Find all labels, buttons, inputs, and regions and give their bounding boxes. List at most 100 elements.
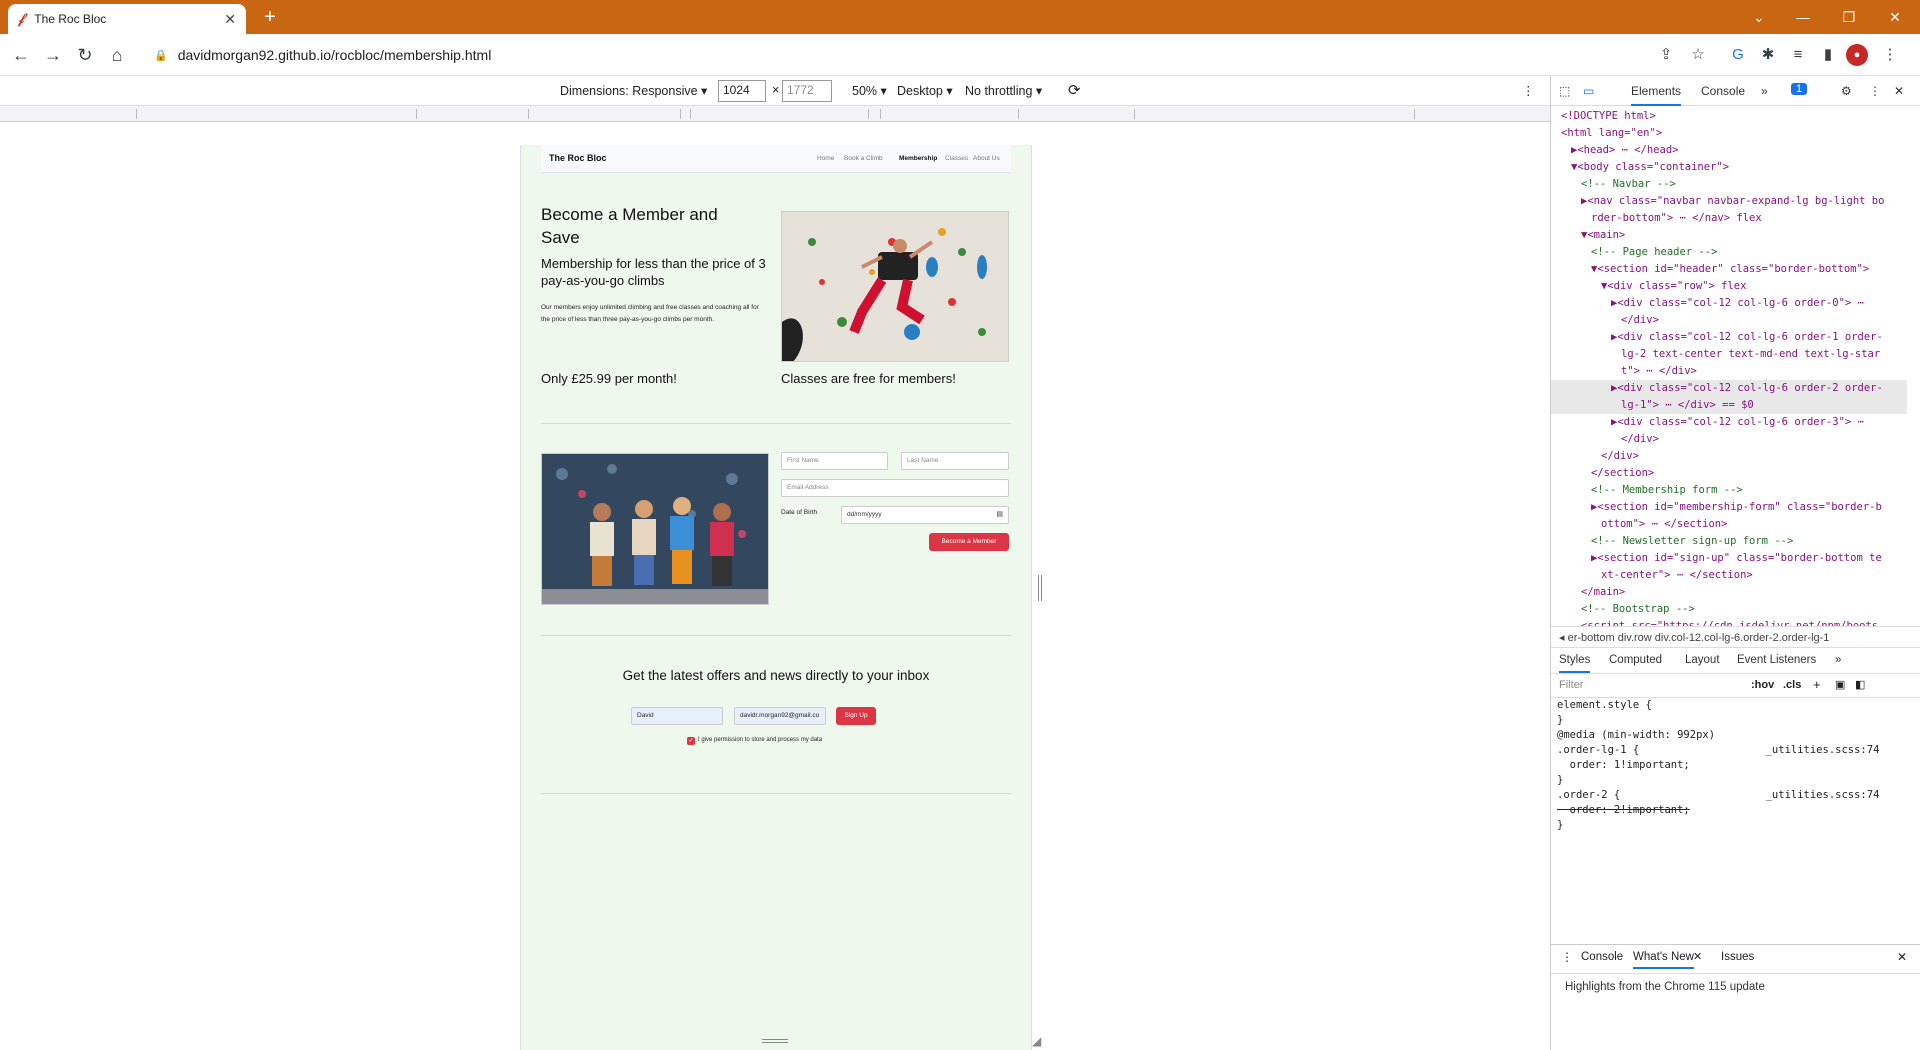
dom-node-line[interactable]: ▶<nav class="navbar navbar-expand-lg bg-…	[1551, 193, 1907, 210]
last-name-field[interactable]: Last Name	[901, 452, 1009, 470]
dimensions-dropdown[interactable]: Dimensions: Responsive ▾	[560, 83, 707, 98]
styles-pane[interactable]: element.style {} @media (min-width: 992px…	[1551, 698, 1920, 944]
dom-tree[interactable]: <!DOCTYPE html> <html lang="en"> ▶<head> ⋯…	[1551, 106, 1907, 626]
dom-node-line[interactable]: <!-- Membership form -->	[1551, 482, 1907, 499]
dob-field[interactable]: dd/mm/yyyy ▤	[841, 506, 1009, 524]
drawer-tab-console[interactable]: Console	[1581, 951, 1623, 963]
hov-toggle[interactable]: :hov	[1751, 679, 1774, 691]
sidebar-toggle-icon[interactable]: ◧	[1855, 678, 1865, 691]
dom-node-line[interactable]: <!-- Bootstrap -->	[1551, 601, 1907, 618]
dom-node-line[interactable]: ▼<div class="row"> flex	[1551, 278, 1907, 295]
style-rule-line[interactable]: }	[1551, 773, 1920, 788]
drawer-menu-icon[interactable]: ⋮	[1561, 950, 1573, 964]
dom-node-line[interactable]: <!-- Page header -->	[1551, 244, 1907, 261]
translate-icon[interactable]: G	[1726, 43, 1750, 67]
width-input[interactable]: 1024	[718, 80, 766, 102]
email-field[interactable]: Email Address	[781, 479, 1009, 497]
dom-node-line[interactable]: ▶<div class="col-12 col-lg-6 order-3"> ⋯	[1551, 414, 1907, 431]
more-tabs-icon[interactable]: »	[1761, 84, 1768, 98]
dom-node-line[interactable]: rder-bottom"> ⋯ </nav> flex	[1551, 210, 1907, 227]
dom-node-line[interactable]: </div>	[1551, 431, 1907, 448]
close-drawer-icon[interactable]: ✕	[1897, 950, 1907, 964]
browser-tab[interactable]: 𝒻 The Roc Bloc ✕	[8, 4, 246, 34]
style-rule-line[interactable]: @media (min-width: 992px)	[1551, 728, 1920, 743]
menu-icon[interactable]: ⋮	[1878, 43, 1902, 67]
dom-node-line[interactable]: ▶<section id="sign-up" class="border-bot…	[1551, 550, 1907, 567]
dom-node-line[interactable]: xt-center"> ⋯ </section>	[1551, 567, 1907, 584]
minimize-button[interactable]: —	[1786, 5, 1820, 29]
dom-node-line[interactable]: ▶<div class="col-12 col-lg-6 order-0"> ⋯	[1551, 295, 1907, 312]
style-rule-line[interactable]: order: 2!important;	[1551, 803, 1920, 818]
back-icon[interactable]: ←	[8, 42, 34, 68]
dom-node-line[interactable]: <!DOCTYPE html>	[1551, 108, 1907, 125]
dom-node-line[interactable]: ▼<main>	[1551, 227, 1907, 244]
device-dropdown[interactable]: Desktop ▾	[897, 83, 953, 98]
drawer-tab-issues[interactable]: Issues	[1721, 951, 1754, 963]
dom-node-line[interactable]: </div>	[1551, 312, 1907, 329]
dom-node-line[interactable]: <!-- Navbar -->	[1551, 176, 1907, 193]
close-whats-new-icon[interactable]: ✕	[1693, 950, 1702, 963]
dom-node-line[interactable]: ▶<section id="membership-form" class="bo…	[1551, 499, 1907, 516]
nav-link-membership[interactable]: Membership	[899, 155, 937, 162]
nav-link-about[interactable]: About Us	[973, 155, 1000, 162]
dom-node-line[interactable]: <!-- Newsletter sign-up form -->	[1551, 533, 1907, 550]
devtools-menu-icon[interactable]: ⋮	[1869, 84, 1881, 98]
extensions-icon[interactable]: ✱	[1756, 43, 1780, 67]
newsletter-name-field[interactable]: David	[631, 707, 723, 725]
viewport-resize-handle-right[interactable]	[1038, 575, 1042, 601]
zoom-dropdown[interactable]: 50% ▾	[852, 83, 887, 98]
dom-node-line[interactable]: ▶<div class="col-12 col-lg-6 order-1 ord…	[1551, 329, 1907, 346]
sign-up-button[interactable]: Sign Up	[836, 707, 876, 725]
style-rule-line[interactable]: order: 1!important;	[1551, 758, 1920, 773]
dom-node-line[interactable]: ▼<body class="container">	[1551, 159, 1907, 176]
style-rule-line[interactable]: .order-2 { _utilities.scss:74	[1551, 788, 1920, 803]
settings-icon[interactable]: ⚙	[1841, 84, 1852, 98]
more-options-icon[interactable]: ⋮	[1522, 83, 1535, 98]
issues-badge[interactable]: 1	[1791, 83, 1808, 95]
cls-toggle[interactable]: .cls	[1783, 679, 1801, 691]
tab-computed[interactable]: Computed	[1609, 654, 1662, 666]
first-name-field[interactable]: First Name	[781, 452, 888, 470]
side-panel-icon[interactable]: ▮	[1816, 43, 1840, 67]
device-toggle-icon[interactable]: ▭	[1583, 84, 1594, 98]
site-brand[interactable]: The Roc Bloc	[549, 153, 607, 163]
style-rule-line[interactable]: }	[1551, 713, 1920, 728]
tab-elements[interactable]: Elements	[1631, 84, 1682, 106]
dom-node-line[interactable]: <script src="https://cdn.jsdelivr.net/np…	[1551, 618, 1907, 626]
dom-node-line[interactable]: </section>	[1551, 465, 1907, 482]
close-tab-icon[interactable]: ✕	[224, 11, 236, 28]
media-icon[interactable]: ≡	[1786, 43, 1810, 67]
dom-node-line[interactable]: lg-2 text-center text-md-end text-lg-sta…	[1551, 346, 1907, 363]
new-rule-icon[interactable]: +	[1813, 677, 1821, 692]
media-query-ruler[interactable]	[0, 106, 1550, 122]
viewport-resize-corner-icon[interactable]: ◢	[1032, 1034, 1041, 1048]
styles-filter-input[interactable]: Filter	[1559, 679, 1583, 691]
dom-node-line[interactable]: </div>	[1551, 448, 1907, 465]
close-window-button[interactable]: ✕	[1878, 5, 1912, 29]
tab-event-listeners[interactable]: Event Listeners	[1737, 654, 1816, 666]
consent-checkbox[interactable]: ✓	[687, 737, 695, 745]
dom-node-line[interactable]: <html lang="en">	[1551, 125, 1907, 142]
viewport-resize-handle-bottom[interactable]	[762, 1039, 788, 1043]
newsletter-email-field[interactable]: davidr.morgan92@gmail.co	[734, 707, 826, 725]
height-input[interactable]: 1772	[782, 80, 832, 102]
throttling-dropdown[interactable]: No throttling ▾	[965, 83, 1042, 98]
nav-link-home[interactable]: Home	[817, 155, 834, 162]
calendar-icon[interactable]: ▤	[996, 510, 1003, 518]
reload-icon[interactable]: ↻	[72, 42, 98, 68]
style-rule-line[interactable]: .order-lg-1 { _utilities.scss:74	[1551, 743, 1920, 758]
inspect-icon[interactable]: ⬚	[1559, 84, 1570, 98]
tab-styles[interactable]: Styles	[1559, 654, 1591, 673]
rotate-icon[interactable]: ⟳	[1068, 81, 1081, 99]
dom-node-line[interactable]: </main>	[1551, 584, 1907, 601]
become-member-button[interactable]: Become a Member	[929, 533, 1009, 551]
nav-link-book[interactable]: Book a Climb	[844, 155, 883, 162]
dom-node-line[interactable]: ▼<section id="header" class="border-bott…	[1551, 261, 1907, 278]
style-rule-line[interactable]: }	[1551, 818, 1920, 833]
dom-node-line[interactable]: lg-1"> ⋯ </div> == $0	[1551, 397, 1907, 414]
style-rule-line[interactable]: element.style {	[1551, 698, 1920, 713]
forward-icon[interactable]: →	[40, 42, 66, 68]
tab-layout[interactable]: Layout	[1685, 654, 1720, 666]
dom-node-line[interactable]: ▶<head> ⋯ </head>	[1551, 142, 1907, 159]
dom-breadcrumbs[interactable]: ◂ er-bottom div.row div.col-12.col-lg-6.…	[1551, 626, 1920, 648]
